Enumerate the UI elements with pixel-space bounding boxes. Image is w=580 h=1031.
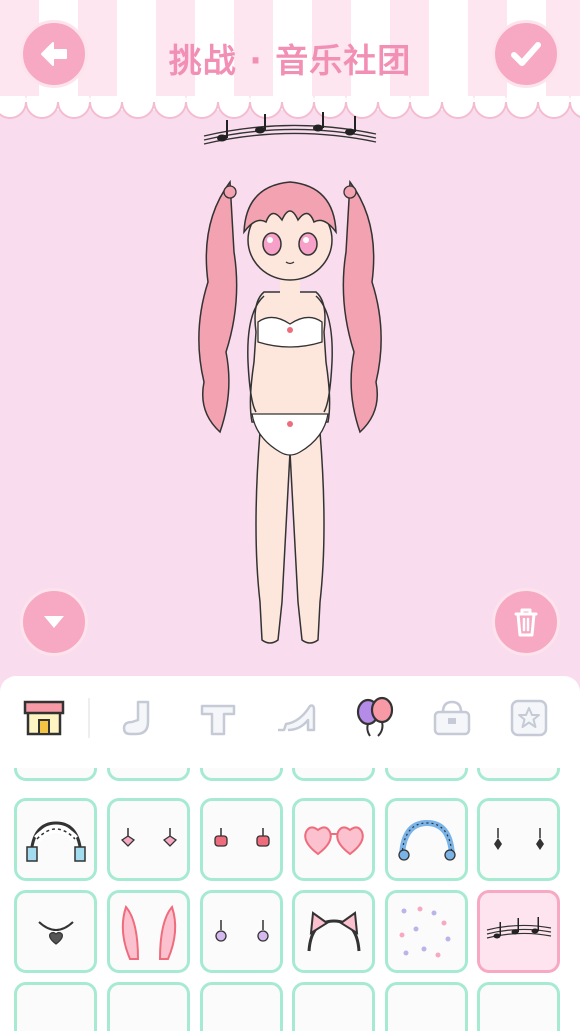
- collapse-button[interactable]: [20, 588, 88, 656]
- cat-ears-icon: [307, 910, 360, 951]
- tab-shop[interactable]: [20, 694, 68, 742]
- item-grid: [0, 768, 580, 1031]
- item-cell-partial[interactable]: [14, 768, 97, 781]
- earrings-icon: [213, 827, 270, 847]
- trash-icon: [514, 608, 538, 637]
- item-cell-partial[interactable]: [292, 982, 375, 1031]
- item-cell-partial[interactable]: [477, 982, 560, 1031]
- item-cell-partial[interactable]: [477, 768, 560, 781]
- category-tabs: [0, 676, 580, 758]
- sock-icon: [122, 700, 150, 736]
- item-cell-partial[interactable]: [385, 768, 468, 781]
- item-cell-partial[interactable]: [107, 768, 190, 781]
- page-title: 挑战 · 音乐社团: [168, 41, 412, 80]
- tab-shoes[interactable]: [272, 694, 320, 742]
- item-cell-partial[interactable]: [200, 768, 283, 781]
- star-icon: [510, 699, 548, 737]
- top-bar: 挑战 · 音乐社团: [0, 0, 580, 130]
- back-button[interactable]: [20, 20, 88, 88]
- earrings-icon: [493, 827, 544, 850]
- item-cell-partial[interactable]: [385, 982, 468, 1031]
- character-stage: [0, 112, 580, 686]
- tab-accessories[interactable]: [350, 694, 398, 742]
- balloons-icon: [356, 696, 394, 737]
- item-heart-sunglasses[interactable]: [292, 798, 375, 881]
- item-red-bow-earrings[interactable]: [200, 798, 283, 881]
- item-cell-partial[interactable]: [107, 982, 190, 1031]
- bag-icon: [433, 700, 471, 736]
- item-black-drop-earrings[interactable]: [477, 798, 560, 881]
- item-heart-necklace[interactable]: [14, 890, 97, 973]
- headband-icon: [25, 820, 86, 862]
- shirt-icon: [200, 704, 236, 736]
- item-blue-lace-headband[interactable]: [385, 798, 468, 881]
- item-bunny-ears[interactable]: [107, 890, 190, 973]
- chevron-down-icon: [44, 616, 64, 628]
- tab-bags[interactable]: [428, 694, 476, 742]
- confetti-icon: [399, 906, 450, 957]
- back-arrow-icon: [41, 42, 67, 66]
- item-pink-bow-earrings[interactable]: [107, 798, 190, 881]
- item-confetti-sparkles[interactable]: [385, 890, 468, 973]
- delete-button[interactable]: [492, 588, 560, 656]
- item-cell-partial[interactable]: [14, 982, 97, 1031]
- checkmark-icon: [511, 42, 541, 66]
- tab-socks[interactable]: [116, 694, 164, 742]
- high-heel-icon: [278, 704, 316, 732]
- confirm-button[interactable]: [492, 20, 560, 88]
- item-purple-earrings[interactable]: [200, 890, 283, 973]
- shop-icon: [23, 700, 65, 736]
- earrings-icon: [120, 827, 177, 847]
- heart-glasses-icon: [303, 825, 364, 855]
- item-cat-ear-headband[interactable]: [292, 890, 375, 973]
- tab-favorites[interactable]: [505, 694, 553, 742]
- wardrobe-panel: [0, 676, 580, 1031]
- item-cell-partial[interactable]: [200, 982, 283, 1031]
- item-cell-partial[interactable]: [292, 768, 375, 781]
- music-notes-icon: [486, 916, 551, 939]
- earrings-icon: [214, 919, 269, 942]
- tab-divider: [88, 698, 90, 738]
- item-maid-headband[interactable]: [14, 798, 97, 881]
- bunny-ears-icon: [121, 904, 176, 960]
- lace-headband-icon: [397, 819, 456, 861]
- necklace-icon: [37, 920, 74, 945]
- character-figure: [198, 179, 382, 644]
- tab-tops[interactable]: [194, 694, 242, 742]
- music-notes-headpiece: [203, 112, 377, 145]
- item-music-notes-accessory[interactable]: [477, 890, 560, 973]
